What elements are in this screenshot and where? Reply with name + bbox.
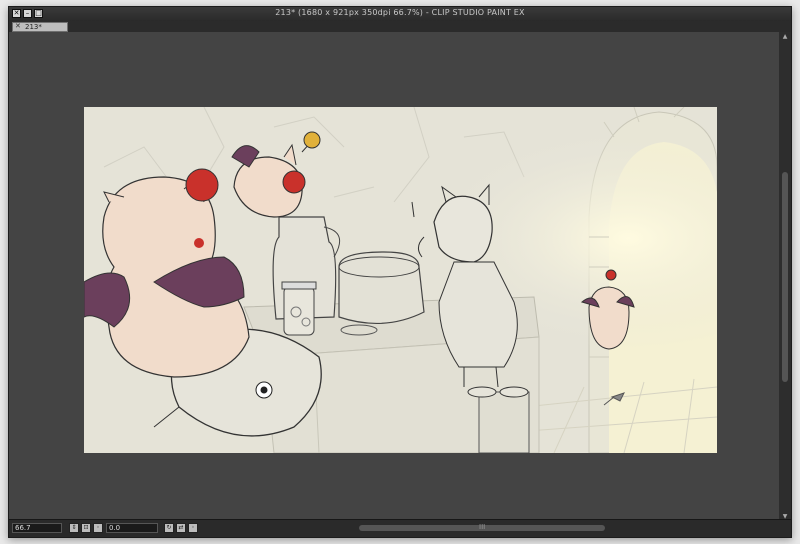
window-title: 213* (1680 x 921px 350dpi 66.7%) - CLIP … [275, 8, 525, 17]
scroll-up-icon[interactable]: ▲ [779, 32, 791, 42]
vertical-scrollbar[interactable]: ▲ ▼ [779, 32, 791, 522]
title-bar: ✕ – □ 213* (1680 x 921px 350dpi 66.7%) -… [9, 7, 791, 22]
document-tab-bar: ✕ 213* [9, 21, 791, 32]
tab-close-icon[interactable]: ✕ [15, 22, 21, 30]
reset-icon[interactable]: ◦ [93, 523, 103, 533]
rotate-icon[interactable]: ↻ [164, 523, 174, 533]
rotation-angle-field[interactable]: 0.0 [106, 523, 158, 533]
artwork-illustration [84, 107, 717, 453]
flip-icon[interactable]: ⇄ [176, 523, 186, 533]
vertical-scroll-thumb[interactable] [782, 172, 788, 382]
tab-document[interactable]: ✕ 213* [12, 22, 68, 32]
drawing-canvas[interactable] [84, 107, 717, 453]
status-bar: 66.7 ⇕ ⊡ ◦ 0.0 ↻ ⇄ ◦ III [9, 519, 791, 537]
fit-icon[interactable]: ⊡ [81, 523, 91, 533]
horizontal-scroll-grip[interactable]: III [479, 523, 485, 531]
canvas-workspace[interactable] [9, 32, 781, 522]
reset-rotation-icon[interactable]: ◦ [188, 523, 198, 533]
zoom-field[interactable]: 66.7 [12, 523, 62, 533]
app-window: ✕ – □ 213* (1680 x 921px 350dpi 66.7%) -… [8, 6, 792, 538]
zoom-stepper-icon[interactable]: ⇕ [69, 523, 79, 533]
tab-label: 213* [25, 23, 42, 31]
